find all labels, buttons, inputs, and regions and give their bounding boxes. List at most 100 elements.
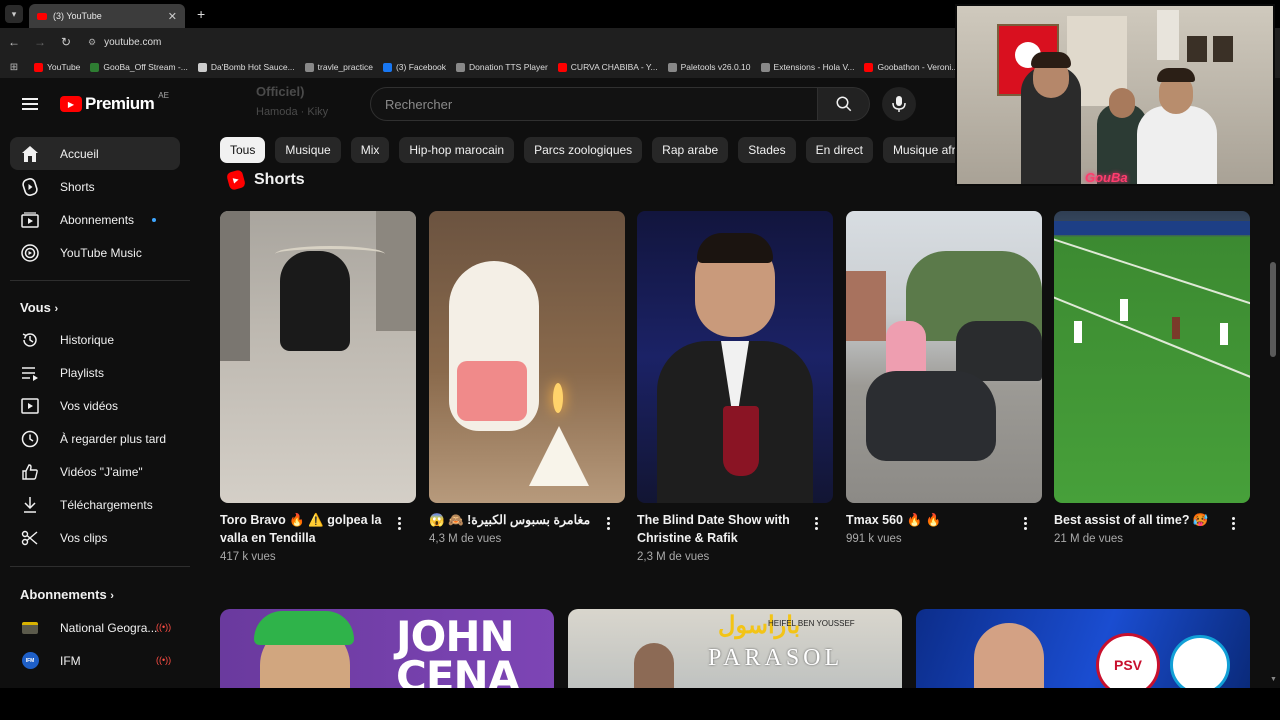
scroll-down-arrow[interactable]: ▼ (1270, 676, 1277, 683)
video-thumbnail[interactable]: JOHN CENA (220, 609, 554, 688)
short-thumbnail[interactable] (637, 211, 833, 503)
short-title[interactable]: Tmax 560 🔥 🔥 (846, 511, 1016, 529)
history-icon (20, 330, 40, 350)
short-thumbnail[interactable] (220, 211, 416, 503)
downloads-icon (20, 495, 40, 515)
bookmark-item[interactable]: Da'Bomb Hot Sauce... (197, 62, 295, 72)
short-thumbnail[interactable] (846, 211, 1042, 503)
bookmark-favicon-icon (382, 62, 392, 72)
filter-chip[interactable]: Stades (738, 137, 796, 163)
sidebar-item-youtube-music[interactable]: YouTube Music (10, 236, 180, 269)
sidebar-item-downloads[interactable]: Téléchargements (10, 488, 180, 521)
tab-title: (3) YouTube (53, 11, 102, 21)
reload-icon[interactable]: ↻ (54, 35, 78, 49)
short-card[interactable]: Tmax 560 🔥 🔥 991 k vues (846, 211, 1042, 545)
apps-grid-icon[interactable]: ⊞ (4, 62, 24, 73)
filter-chip[interactable]: Musique (275, 137, 341, 163)
filter-chip[interactable]: Tous (220, 137, 266, 163)
sidebar-heading-you[interactable]: Vous › (20, 300, 58, 315)
short-title[interactable]: The Blind Date Show with Christine & Raf… (637, 511, 807, 547)
bookmark-item[interactable]: Donation TTS Player (456, 62, 548, 72)
short-thumbnail[interactable] (429, 211, 625, 503)
sidebar-item-liked-videos[interactable]: Vidéos "J'aime" (10, 455, 180, 488)
bookmark-label: Paletools v26.0.10 (680, 62, 751, 72)
sidebar-item-clips[interactable]: Vos clips (10, 521, 180, 554)
filter-chip[interactable]: Mix (350, 137, 390, 163)
site-info-icon[interactable]: ⚙ (88, 37, 96, 48)
filter-chip[interactable]: Rap arabe (652, 137, 729, 163)
url-field[interactable]: ⚙ youtube.com (86, 31, 946, 53)
more-actions-icon[interactable] (815, 517, 819, 532)
sidebar-item-your-videos[interactable]: Vos vidéos (10, 389, 180, 422)
youtube-premium-logo[interactable]: ▶ Premium AE (60, 90, 169, 114)
your-videos-icon (20, 396, 40, 416)
short-card[interactable]: مغامرة بسبوس الكبيرة! 🙈 😱 4,3 M de vues (429, 211, 625, 545)
close-icon[interactable]: ✕ (168, 10, 177, 23)
sidebar-item-shorts[interactable]: Shorts (10, 170, 180, 203)
bookmark-item[interactable]: GooBa_Off Stream -... (90, 62, 188, 72)
bookmark-favicon-icon (34, 62, 43, 72)
bookmark-favicon-icon (90, 62, 100, 72)
more-actions-icon[interactable] (1024, 517, 1028, 532)
youtube-music-icon (20, 243, 40, 263)
bookmark-item[interactable]: YouTube (34, 62, 80, 72)
filter-chip[interactable]: Hip-hop marocain (399, 137, 515, 163)
forward-icon[interactable]: → (28, 35, 52, 49)
short-views: 4,3 M de vues (429, 533, 502, 545)
sidebar-item-watch-later[interactable]: À regarder plus tard (10, 422, 180, 455)
sidebar-item-history[interactable]: Historique (10, 323, 180, 356)
bookmark-item[interactable]: CURVA CHABIBA - Y... (557, 62, 658, 72)
short-views: 21 M de vues (1054, 533, 1124, 545)
short-card[interactable]: The Blind Date Show with Christine & Raf… (637, 211, 833, 563)
menu-icon[interactable] (22, 98, 38, 110)
bookmark-favicon-icon (667, 62, 677, 72)
sidebar-item-label: Vidéos "J'aime" (60, 464, 143, 479)
live-indicator-icon: ((•)) (156, 655, 172, 665)
short-thumbnail[interactable] (1054, 211, 1250, 503)
bookmark-item[interactable]: Extensions - Hola V... (760, 62, 854, 72)
bookmark-label: CURVA CHABIBA - Y... (570, 62, 658, 72)
thumbnail-text: JOHN CENA (396, 612, 520, 689)
short-title[interactable]: Best assist of all time? 🥵 (1054, 511, 1224, 529)
more-actions-icon[interactable] (398, 517, 402, 532)
shorts-icon: ▶ (225, 169, 247, 191)
video-thumbnail[interactable]: باراسول HEIFEL BEN YOUSSEF PARASOL (568, 609, 902, 688)
bookmark-label: GooBa_Off Stream -... (103, 62, 188, 72)
back-icon[interactable]: ← (2, 35, 26, 49)
search-button[interactable] (818, 87, 870, 121)
sidebar-item-channel[interactable]: IFM IFM (10, 644, 180, 677)
browser-tab[interactable]: (3) YouTube ✕ (29, 4, 185, 28)
sidebar-item-channel[interactable]: National Geogra... (10, 611, 180, 644)
sidebar-item-label: Playlists (60, 365, 105, 380)
bookmark-item[interactable]: (3) Facebook (382, 62, 446, 72)
video-thumbnail[interactable]: PSV (916, 609, 1250, 688)
short-card[interactable]: Best assist of all time? 🥵 21 M de vues (1054, 211, 1250, 545)
short-title[interactable]: مغامرة بسبوس الكبيرة! 🙈 😱 (429, 511, 599, 529)
sidebar-heading-subscriptions[interactable]: Abonnements › (20, 587, 114, 602)
more-actions-icon[interactable] (1232, 517, 1236, 532)
background-video-title: Officiel) (256, 84, 305, 99)
search-input[interactable] (370, 87, 818, 121)
more-actions-icon[interactable] (607, 517, 611, 532)
chevron-right-icon: › (110, 590, 114, 602)
bookmark-item[interactable]: travle_practice (304, 62, 373, 72)
sidebar-item-label: Shorts (60, 179, 95, 194)
country-code: AE (158, 90, 169, 100)
voice-search-button[interactable] (882, 87, 916, 121)
sidebar-item-playlists[interactable]: Playlists (10, 356, 180, 389)
short-title[interactable]: Toro Bravo 🔥 ⚠️ golpea la valla en Tendi… (220, 511, 390, 547)
page-scrollbar[interactable] (1270, 262, 1276, 357)
short-card[interactable]: Toro Bravo 🔥 ⚠️ golpea la valla en Tendi… (220, 211, 416, 563)
sidebar-item-label: Téléchargements (60, 497, 153, 512)
tab-search-button[interactable]: ▾ (5, 5, 23, 23)
filter-chip[interactable]: Parcs zoologiques (524, 137, 643, 163)
new-tab-button[interactable]: + (197, 6, 205, 22)
sidebar-item-home[interactable]: Accueil (10, 137, 180, 170)
bookmark-item[interactable]: Paletools v26.0.10 (667, 62, 751, 72)
bookmark-favicon-icon (864, 62, 874, 72)
youtube-favicon-icon (37, 12, 47, 20)
bookmark-item[interactable]: Goobathon - Veroni... (864, 62, 958, 72)
heading-label: Abonnements (20, 587, 107, 602)
filter-chip[interactable]: En direct (805, 137, 873, 163)
shorts-icon (20, 177, 40, 197)
